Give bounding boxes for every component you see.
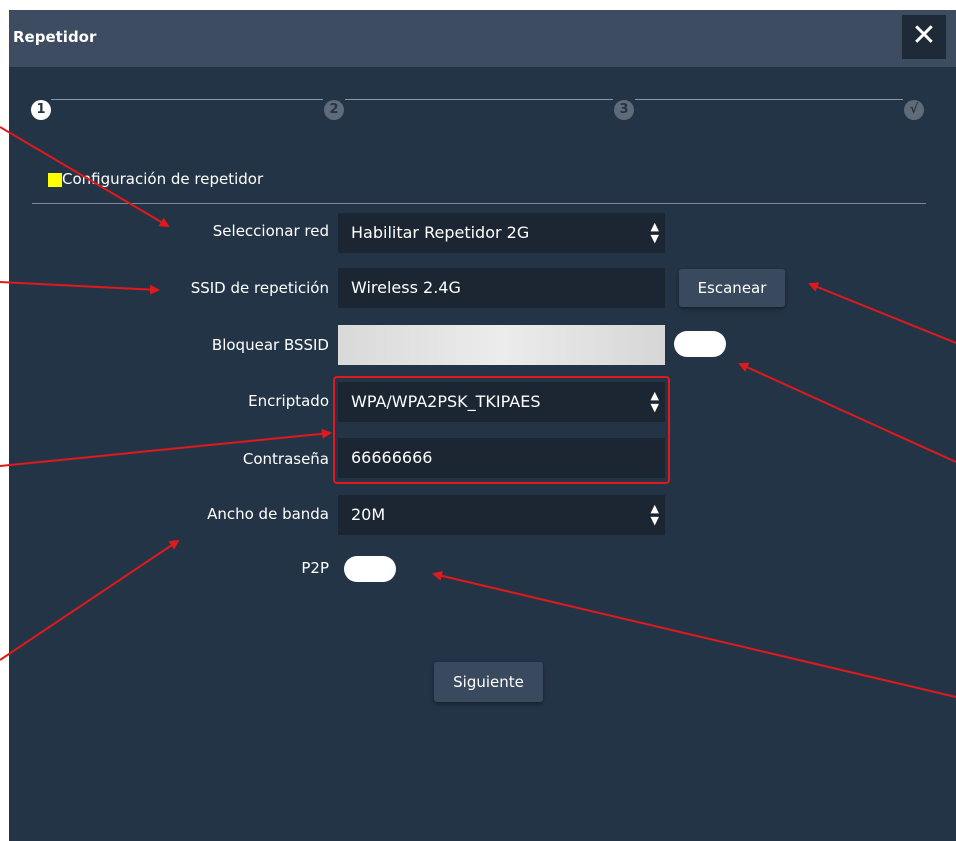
arrow-to-bandwidth — [0, 539, 180, 661]
arrow-to-p2p-toggle — [432, 570, 956, 698]
arrow-to-select-network — [0, 126, 170, 228]
arrow-to-bssid-toggle — [738, 362, 956, 463]
arrow-to-encryption — [0, 428, 332, 467]
annotation-arrows — [0, 126, 956, 698]
arrow-to-ssid — [0, 281, 160, 295]
arrow-to-scan — [808, 282, 956, 344]
